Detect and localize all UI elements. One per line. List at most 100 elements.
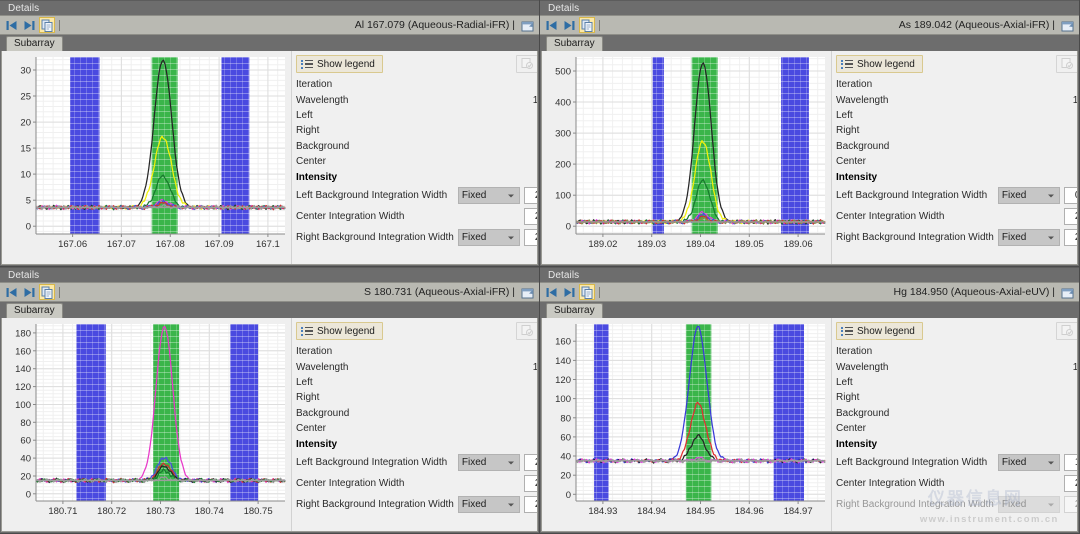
tab-strip: Subarray (540, 302, 1079, 318)
select-placeholder (458, 208, 520, 225)
show-legend-button[interactable]: Show legend (296, 322, 383, 340)
chevron-down-icon (508, 194, 514, 197)
integration-width-input[interactable]: 1.039 (1064, 454, 1078, 471)
svg-text:40: 40 (20, 454, 31, 465)
integration-width-mode-select[interactable]: Fixed (458, 229, 520, 246)
integration-width-input[interactable]: 2.000 (524, 454, 538, 471)
field-label: Center (836, 423, 866, 434)
last-record-icon[interactable] (21, 17, 37, 33)
integration-width-mode-select[interactable]: Fixed (998, 454, 1060, 471)
field-label: Iteration (836, 79, 872, 90)
integration-width-input[interactable]: 2.000 (1064, 496, 1078, 513)
spectrum-chart[interactable]: 0100200300400500189.02189.03189.04189.05… (542, 51, 831, 264)
panel-body: 051015202530167.06167.07167.08167.09167.… (1, 51, 538, 265)
control-label: Right Background Integration Width (836, 499, 994, 510)
integration-width-mode-select[interactable]: Fixed (998, 187, 1060, 204)
copy-icon[interactable] (39, 17, 55, 33)
field-label: Left (296, 110, 313, 121)
field-value: 180.731 (533, 362, 538, 373)
field-row: Left 3.7 (296, 108, 538, 123)
first-record-icon[interactable] (543, 17, 559, 33)
control-label: Left Background Integration Width (296, 190, 454, 201)
apply-button[interactable]: Apply (516, 55, 538, 73)
last-record-icon[interactable] (561, 17, 577, 33)
field-row: Center 3.7 (296, 154, 538, 169)
spectrum-chart[interactable]: 020406080100120140160180180.71180.72180.… (2, 318, 291, 531)
svg-text:25: 25 (20, 92, 31, 103)
open-window-icon[interactable] (520, 285, 536, 301)
svg-text:80: 80 (560, 413, 571, 424)
svg-text:189.02: 189.02 (588, 239, 617, 250)
last-record-icon[interactable] (21, 284, 37, 300)
open-window-icon[interactable] (1060, 18, 1076, 34)
svg-text:167.06: 167.06 (58, 239, 87, 250)
copy-icon[interactable] (579, 284, 595, 300)
first-record-icon[interactable] (3, 284, 19, 300)
chevron-down-icon (508, 236, 514, 239)
show-legend-label: Show legend (317, 326, 375, 337)
spinner-value: 2.000 (535, 232, 538, 243)
first-record-icon[interactable] (543, 284, 559, 300)
integration-width-row: Right Background Integration Width Fixed… (296, 228, 538, 248)
open-window-icon[interactable] (1060, 285, 1076, 301)
show-legend-button[interactable]: Show legend (296, 55, 383, 73)
chevron-down-icon (508, 503, 514, 506)
field-label: Center (296, 423, 326, 434)
svg-text:167.08: 167.08 (156, 239, 185, 250)
integration-width-mode-select[interactable]: Fixed (998, 496, 1060, 513)
control-label: Left Background Integration Width (836, 190, 994, 201)
integration-width-input[interactable]: 2.000 (524, 229, 538, 246)
control-label: Right Background Integration Width (836, 232, 994, 243)
field-label: Left (836, 377, 853, 388)
field-row: Left 34.5 (836, 375, 1078, 390)
spinner-value: 2.000 (1075, 232, 1078, 243)
integration-width-input[interactable]: 2.000 (1064, 208, 1078, 225)
copy-icon[interactable] (39, 284, 55, 300)
apply-button[interactable]: Apply (516, 322, 538, 340)
svg-text:184.94: 184.94 (637, 506, 666, 517)
integration-width-input[interactable]: 2.000 (1064, 229, 1078, 246)
spectrum-chart[interactable]: 020406080100120140160184.93184.94184.951… (542, 318, 831, 531)
svg-text:20: 20 (20, 472, 31, 483)
svg-text:200: 200 (555, 160, 571, 171)
integration-width-mode-select[interactable]: Fixed (998, 229, 1060, 246)
spinner-value: 0.770 (1075, 190, 1078, 201)
integration-width-input[interactable]: 2.000 (1064, 475, 1078, 492)
watermark-url: www.instrument.com.cn (920, 514, 1059, 525)
first-record-icon[interactable] (3, 17, 19, 33)
tab-subarray[interactable]: Subarray (546, 303, 603, 318)
spectrum-chart[interactable]: 051015202530167.06167.07167.08167.09167.… (2, 51, 291, 264)
tab-subarray[interactable]: Subarray (6, 36, 63, 51)
last-record-icon[interactable] (561, 284, 577, 300)
apply-button[interactable]: Apply (1056, 55, 1078, 73)
tab-subarray[interactable]: Subarray (546, 36, 603, 51)
integration-width-input[interactable]: 2.000 (524, 475, 538, 492)
integration-width-input[interactable]: 2.000 (524, 208, 538, 225)
spinner-value: 2.000 (1075, 211, 1078, 222)
toolbar-divider (59, 20, 60, 31)
integration-width-mode-select[interactable]: Fixed (458, 454, 520, 471)
integration-width-row: Left Background Integration Width Fixed … (296, 186, 538, 206)
integration-width-input[interactable]: 2.000 (524, 187, 538, 204)
apply-label: Apply (1077, 59, 1078, 70)
integration-width-row: Right Background Integration Width Fixed… (836, 495, 1078, 515)
open-window-icon[interactable] (520, 18, 536, 34)
svg-text:180.73: 180.73 (146, 506, 175, 517)
integration-width-row: Left Background Integration Width Fixed … (836, 453, 1078, 473)
show-legend-button[interactable]: Show legend (836, 322, 923, 340)
integration-width-input[interactable]: 2.000 (524, 496, 538, 513)
field-row: Wavelength 167.079 (296, 92, 538, 107)
copy-icon[interactable] (579, 17, 595, 33)
integration-width-mode-select[interactable]: Fixed (458, 496, 520, 513)
details-panel-2: Details As 189.042 (Aqueous-Axial-iFR) |… (540, 0, 1080, 267)
integration-width-input[interactable]: 0.770 (1064, 187, 1078, 204)
select-placeholder (458, 475, 520, 492)
field-label: Left (836, 110, 853, 121)
tab-subarray[interactable]: Subarray (6, 303, 63, 318)
show-legend-button[interactable]: Show legend (836, 55, 923, 73)
integration-width-mode-select[interactable]: Fixed (458, 187, 520, 204)
field-label: Wavelength (836, 362, 888, 373)
apply-button[interactable]: Apply (1056, 322, 1078, 340)
field-label: Intensity (836, 439, 877, 450)
details-form: Show legend Apply Iteration 1 Wavelength… (291, 51, 538, 264)
